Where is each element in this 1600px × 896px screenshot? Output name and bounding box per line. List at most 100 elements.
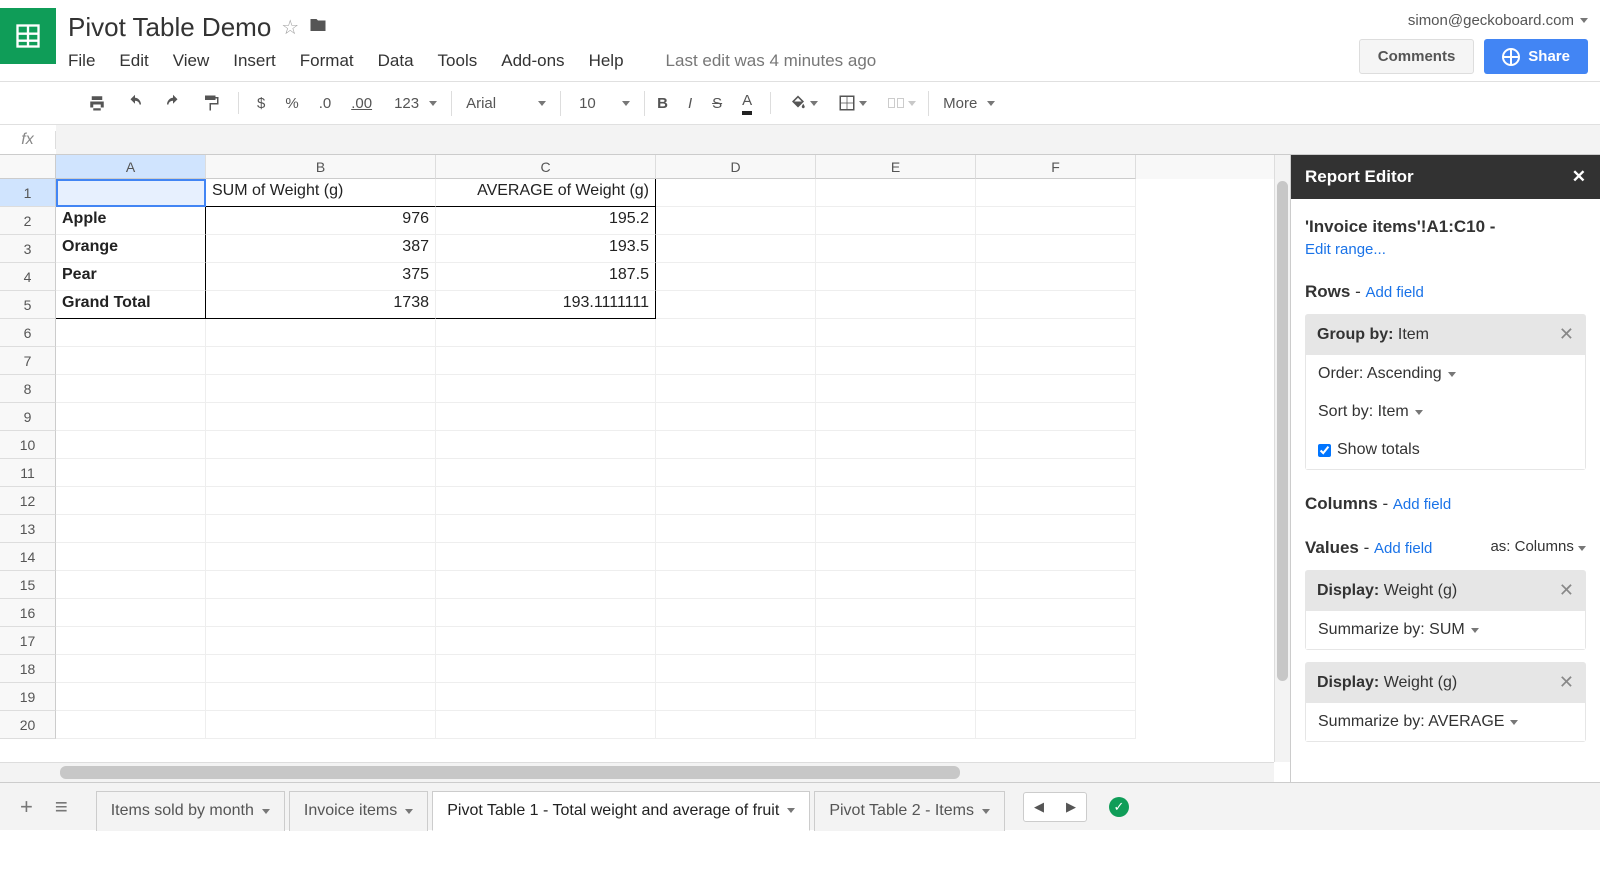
sheet-tab-menu-icon[interactable]	[405, 809, 413, 814]
sheets-logo[interactable]	[0, 8, 56, 64]
cell-A13[interactable]	[56, 515, 206, 543]
cell-grid[interactable]: SUM of Weight (g)AVERAGE of Weight (g) Ap…	[56, 179, 1290, 782]
cell-F9[interactable]	[976, 403, 1136, 431]
font-size-dropdown[interactable]: 10	[565, 91, 645, 116]
status-saved-icon[interactable]: ✓	[1109, 797, 1129, 817]
strikethrough-icon[interactable]: S	[704, 91, 730, 116]
cell-D12[interactable]	[656, 487, 816, 515]
cell-E10[interactable]	[816, 431, 976, 459]
cell-A10[interactable]	[56, 431, 206, 459]
cell-A18[interactable]	[56, 655, 206, 683]
vertical-scrollbar[interactable]	[1274, 155, 1290, 762]
summarize-1-dropdown[interactable]: Summarize by: SUM	[1306, 611, 1585, 649]
format-percent[interactable]: %	[277, 91, 306, 116]
cell-D13[interactable]	[656, 515, 816, 543]
cell-C7[interactable]	[436, 347, 656, 375]
format-currency[interactable]: $	[249, 91, 273, 116]
rows-add-field-link[interactable]: Add field	[1365, 284, 1423, 301]
cell-F15[interactable]	[976, 571, 1136, 599]
col-header-a[interactable]: A	[56, 155, 206, 179]
row-header-12[interactable]: 12	[0, 487, 56, 515]
cell-E15[interactable]	[816, 571, 976, 599]
cell-C14[interactable]	[436, 543, 656, 571]
sheet-tab-1[interactable]: Invoice items	[289, 791, 428, 831]
col-header-f[interactable]: F	[976, 155, 1136, 179]
cell-F3[interactable]	[976, 235, 1136, 263]
cell-E9[interactable]	[816, 403, 976, 431]
cell-E5[interactable]	[816, 291, 976, 319]
formula-input[interactable]	[56, 125, 1600, 154]
cell-C1[interactable]: AVERAGE of Weight (g)	[436, 179, 656, 207]
font-family-dropdown[interactable]: Arial	[451, 91, 561, 116]
cell-B3[interactable]: 387	[206, 235, 436, 263]
cell-D2[interactable]	[656, 207, 816, 235]
cell-E18[interactable]	[816, 655, 976, 683]
cell-D15[interactable]	[656, 571, 816, 599]
cell-F4[interactable]	[976, 263, 1136, 291]
cell-C16[interactable]	[436, 599, 656, 627]
cell-B19[interactable]	[206, 683, 436, 711]
sheet-tab-2[interactable]: Pivot Table 1 - Total weight and average…	[432, 791, 810, 831]
cell-A19[interactable]	[56, 683, 206, 711]
cell-A6[interactable]	[56, 319, 206, 347]
col-header-b[interactable]: B	[206, 155, 436, 179]
cell-E16[interactable]	[816, 599, 976, 627]
spreadsheet-grid[interactable]: A B C D E F 1234567891011121314151617181…	[0, 155, 1290, 782]
cell-A1[interactable]	[56, 179, 206, 207]
cell-D9[interactable]	[656, 403, 816, 431]
cell-C11[interactable]	[436, 459, 656, 487]
cell-E13[interactable]	[816, 515, 976, 543]
cell-A7[interactable]	[56, 347, 206, 375]
cell-B13[interactable]	[206, 515, 436, 543]
cell-E11[interactable]	[816, 459, 976, 487]
cell-F14[interactable]	[976, 543, 1136, 571]
cell-C12[interactable]	[436, 487, 656, 515]
all-sheets-menu-icon[interactable]: ≡	[47, 794, 76, 820]
cell-F6[interactable]	[976, 319, 1136, 347]
cell-B18[interactable]	[206, 655, 436, 683]
cell-F16[interactable]	[976, 599, 1136, 627]
cell-B1[interactable]: SUM of Weight (g)	[206, 179, 436, 207]
cell-C18[interactable]	[436, 655, 656, 683]
cell-D14[interactable]	[656, 543, 816, 571]
star-icon[interactable]: ☆	[281, 15, 299, 40]
cell-E19[interactable]	[816, 683, 976, 711]
last-edit-text[interactable]: Last edit was 4 minutes ago	[666, 51, 877, 71]
cell-C15[interactable]	[436, 571, 656, 599]
cell-B2[interactable]: 976	[206, 207, 436, 235]
cell-D5[interactable]	[656, 291, 816, 319]
cell-A5[interactable]: Grand Total	[56, 291, 206, 319]
cell-C5[interactable]: 193.1111111	[436, 291, 656, 319]
cell-D1[interactable]	[656, 179, 816, 207]
cell-C3[interactable]: 193.5	[436, 235, 656, 263]
cell-A2[interactable]: Apple	[56, 207, 206, 235]
cell-E20[interactable]	[816, 711, 976, 739]
order-dropdown[interactable]: Order: Ascending	[1306, 355, 1585, 393]
cell-B15[interactable]	[206, 571, 436, 599]
cell-B16[interactable]	[206, 599, 436, 627]
menu-help[interactable]: Help	[589, 51, 624, 71]
cell-C2[interactable]: 195.2	[436, 207, 656, 235]
row-header-3[interactable]: 3	[0, 235, 56, 263]
cell-E4[interactable]	[816, 263, 976, 291]
cell-D7[interactable]	[656, 347, 816, 375]
cell-A8[interactable]	[56, 375, 206, 403]
cell-D8[interactable]	[656, 375, 816, 403]
menu-tools[interactable]: Tools	[438, 51, 478, 71]
row-header-15[interactable]: 15	[0, 571, 56, 599]
cell-B9[interactable]	[206, 403, 436, 431]
cell-B11[interactable]	[206, 459, 436, 487]
row-header-11[interactable]: 11	[0, 459, 56, 487]
row-header-6[interactable]: 6	[0, 319, 56, 347]
undo-icon[interactable]	[118, 90, 152, 116]
borders-icon[interactable]	[830, 90, 875, 116]
cell-F18[interactable]	[976, 655, 1136, 683]
cell-F10[interactable]	[976, 431, 1136, 459]
cell-F11[interactable]	[976, 459, 1136, 487]
cell-E14[interactable]	[816, 543, 976, 571]
cell-D16[interactable]	[656, 599, 816, 627]
cell-D17[interactable]	[656, 627, 816, 655]
row-header-4[interactable]: 4	[0, 263, 56, 291]
cell-B4[interactable]: 375	[206, 263, 436, 291]
cell-F7[interactable]	[976, 347, 1136, 375]
